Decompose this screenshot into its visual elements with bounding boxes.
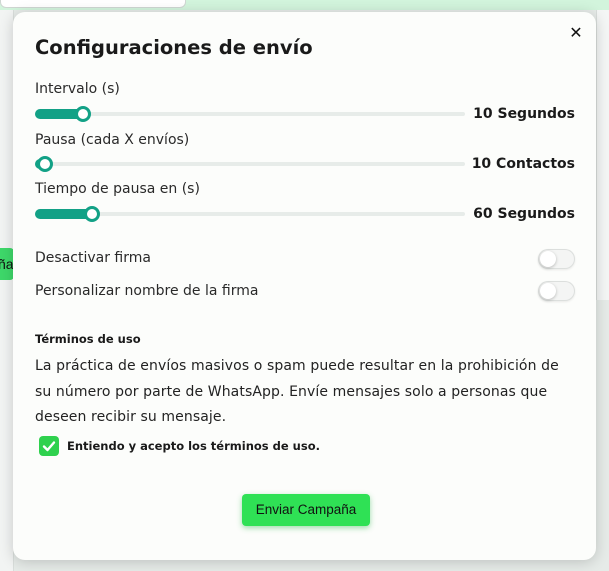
terms-heading: Términos de uso bbox=[35, 332, 141, 346]
interval-slider[interactable] bbox=[35, 106, 465, 122]
terms-text-line: su número por parte de WhatsApp. Envíe m… bbox=[35, 384, 548, 400]
pause-slider-thumb[interactable] bbox=[37, 156, 53, 172]
pause-time-value: 60 Segundos bbox=[473, 206, 575, 222]
toggle-knob bbox=[540, 251, 556, 267]
interval-slider-thumb[interactable] bbox=[75, 106, 91, 122]
background-right-strip bbox=[596, 10, 609, 300]
interval-label: Intervalo (s) bbox=[35, 81, 120, 97]
pause-time-slider-thumb[interactable] bbox=[84, 206, 100, 222]
pause-time-slider[interactable] bbox=[35, 206, 465, 222]
modal-title: Configuraciones de envío bbox=[35, 36, 313, 59]
pause-label: Pausa (cada X envíos) bbox=[35, 132, 190, 148]
accept-terms-checkbox[interactable] bbox=[39, 436, 59, 456]
background-top-card bbox=[0, 0, 186, 8]
terms-text-line: deseen recibir su mensaje. bbox=[35, 409, 227, 425]
interval-value: 10 Segundos bbox=[473, 106, 575, 122]
disable-signature-label: Desactivar firma bbox=[35, 250, 151, 266]
send-campaign-button[interactable]: Enviar Campaña bbox=[242, 494, 370, 526]
pause-value: 10 Contactos bbox=[471, 156, 575, 172]
custom-signature-toggle[interactable] bbox=[538, 281, 575, 301]
pause-time-label: Tiempo de pausa en (s) bbox=[35, 181, 200, 197]
accept-terms-label: Entiendo y acepto los términos de uso. bbox=[67, 439, 320, 453]
toggle-knob bbox=[540, 283, 556, 299]
custom-signature-label: Personalizar nombre de la firma bbox=[35, 283, 259, 299]
terms-text-line: La práctica de envíos masivos o spam pue… bbox=[35, 358, 559, 374]
disable-signature-toggle[interactable] bbox=[538, 249, 575, 269]
pause-slider[interactable] bbox=[35, 156, 465, 172]
send-settings-modal: ✕ Configuraciones de envío Intervalo (s)… bbox=[13, 12, 596, 560]
checkmark-icon bbox=[42, 441, 56, 452]
close-icon[interactable]: ✕ bbox=[566, 23, 586, 43]
background-left-column bbox=[0, 10, 14, 571]
background-left-button: ña bbox=[0, 248, 14, 280]
